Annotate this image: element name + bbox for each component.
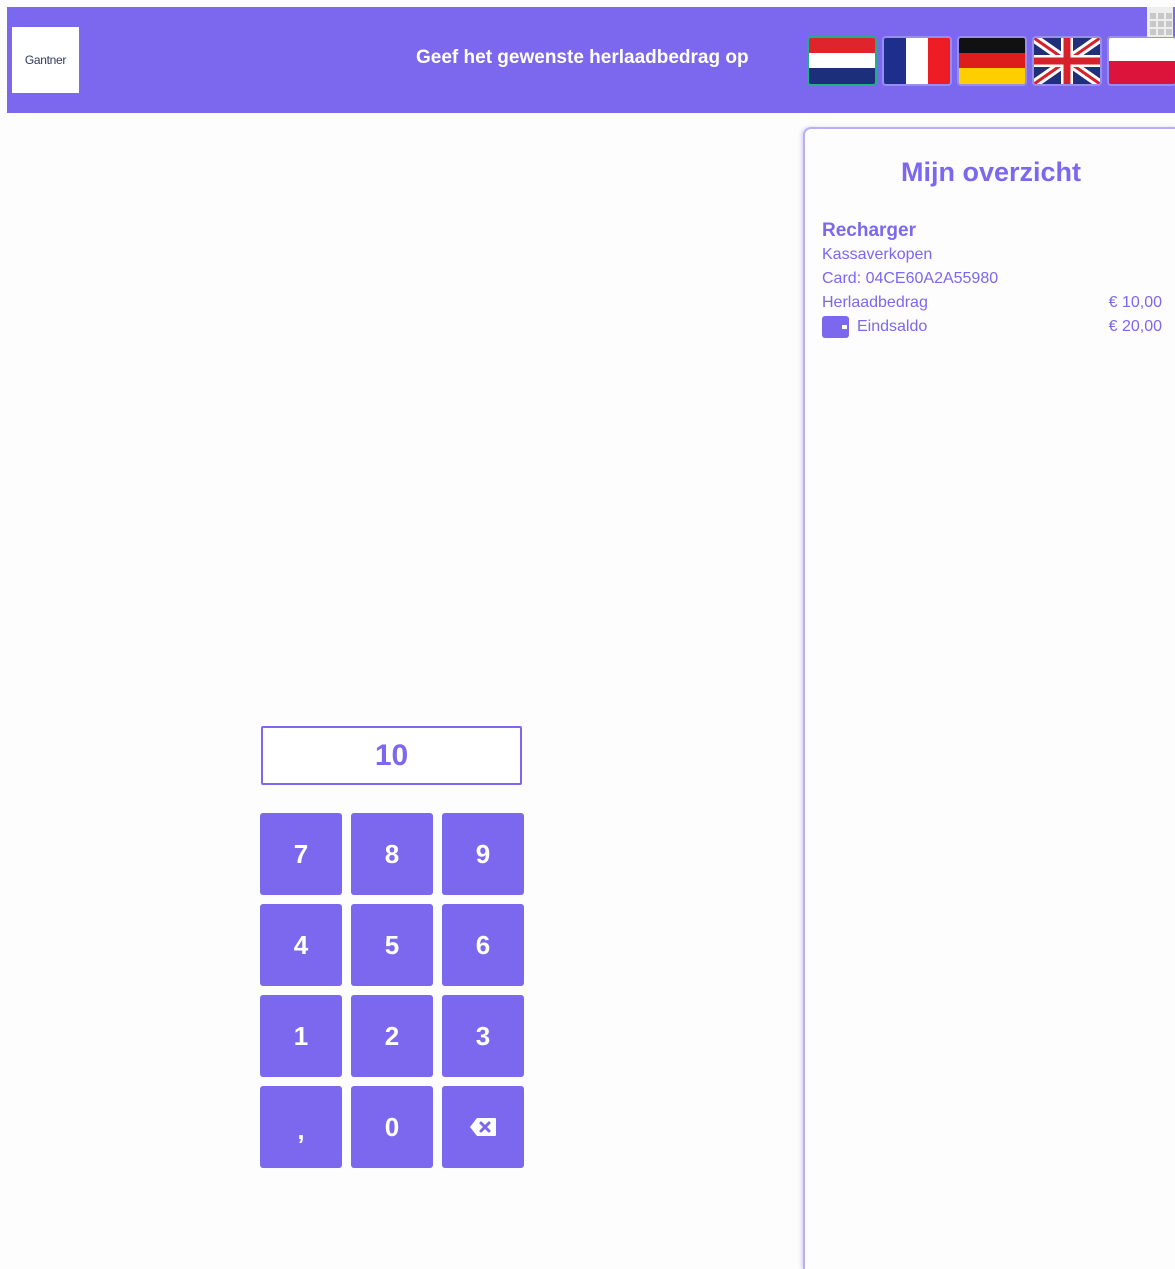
numeric-keypad: 7 8 9 4 5 6 1 2 3 , 0 <box>260 813 524 1168</box>
language-selector <box>807 36 1175 86</box>
overview-heading: Recharger <box>822 220 916 241</box>
flag-germany-icon <box>959 38 1025 84</box>
overview-details: Recharger Kassaverkopen Card: 04CE60A2A5… <box>822 219 1162 339</box>
logo-text: Gantner <box>24 53 67 67</box>
overview-subtitle: Kassaverkopen <box>822 246 933 263</box>
flag-united-kingdom-icon <box>1034 38 1100 84</box>
final-balance-value: € 20,00 <box>1108 318 1162 335</box>
key-4[interactable]: 4 <box>260 904 342 986</box>
card-number: Card: 04CE60A2A55980 <box>822 270 999 287</box>
key-7[interactable]: 7 <box>260 813 342 895</box>
backspace-button[interactable] <box>442 1086 524 1168</box>
header-bar: Gantner Geef het gewenste herlaadbedrag … <box>7 7 1175 113</box>
language-button-de[interactable] <box>957 36 1027 86</box>
language-button-en[interactable] <box>1032 36 1102 86</box>
key-3[interactable]: 3 <box>442 995 524 1077</box>
app-frame: Gantner Geef het gewenste herlaadbedrag … <box>7 7 1175 1269</box>
reload-amount-row: Herlaadbedrag € 10,00 <box>822 291 1162 315</box>
key-1[interactable]: 1 <box>260 995 342 1077</box>
grid-handle-icon[interactable] <box>1147 7 1173 37</box>
language-button-pl[interactable] <box>1107 36 1175 86</box>
language-button-nl[interactable] <box>807 36 877 86</box>
key-0[interactable]: 0 <box>351 1086 433 1168</box>
reload-amount-label: Herlaadbedrag <box>822 294 928 311</box>
key-9[interactable]: 9 <box>442 813 524 895</box>
wallet-icon <box>822 316 849 338</box>
reload-amount-value: € 10,00 <box>1108 294 1162 311</box>
page-title: Geef het gewenste herlaadbedrag op <box>416 47 749 68</box>
flag-netherlands-icon <box>809 38 875 84</box>
key-6[interactable]: 6 <box>442 904 524 986</box>
key-comma[interactable]: , <box>260 1086 342 1168</box>
language-button-fr[interactable] <box>882 36 952 86</box>
overview-title: Mijn overzicht <box>900 157 1082 187</box>
amount-input[interactable]: 10 <box>261 726 522 785</box>
logo: Gantner <box>12 27 79 93</box>
final-balance-row: Eindsaldo € 20,00 <box>822 315 1162 339</box>
key-2[interactable]: 2 <box>351 995 433 1077</box>
flag-france-icon <box>884 38 950 84</box>
final-balance-label: Eindsaldo <box>857 318 928 335</box>
key-8[interactable]: 8 <box>351 813 433 895</box>
flag-poland-icon <box>1109 38 1175 84</box>
backspace-icon <box>470 1118 496 1136</box>
key-5[interactable]: 5 <box>351 904 433 986</box>
overview-panel: Mijn overzicht Recharger Kassaverkopen C… <box>803 127 1175 1269</box>
